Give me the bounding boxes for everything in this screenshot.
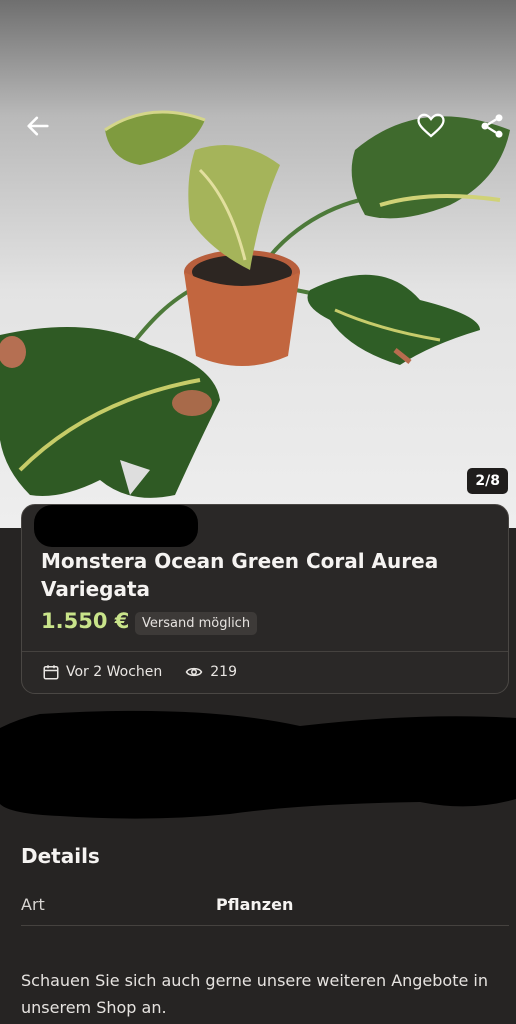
posted-date-text: Vor 2 Wochen: [66, 664, 163, 680]
detail-row-value: Pflanzen: [216, 895, 294, 914]
view-count-text: 219: [210, 664, 237, 680]
detail-row-divider: [21, 925, 509, 926]
image-counter: 2/8: [467, 468, 508, 494]
view-count: 219: [184, 663, 237, 681]
listing-summary-card: Monstera Ocean Green Coral Aurea Variega…: [21, 504, 509, 694]
listing-description: Schauen Sie sich auch gerne unsere weite…: [21, 971, 489, 1017]
posted-date: Vor 2 Wochen: [42, 663, 162, 681]
listing-title: Monstera Ocean Green Coral Aurea Variega…: [41, 549, 439, 601]
share-button[interactable]: [476, 110, 508, 142]
redacted-area: [34, 505, 198, 547]
plant-photo: [0, 110, 510, 498]
shipping-badge: Versand möglich: [135, 612, 258, 635]
image-gallery[interactable]: 2/8: [0, 0, 516, 528]
favorite-button[interactable]: [415, 110, 447, 142]
listing-price: 1.550 €: [41, 609, 130, 633]
heart-icon: [417, 113, 445, 138]
card-divider: [22, 651, 508, 652]
arrow-left-icon: [27, 116, 49, 136]
details-heading: Details: [21, 844, 100, 868]
calendar-icon: [43, 665, 59, 680]
eye-icon: [185, 667, 203, 677]
back-button[interactable]: [22, 110, 54, 142]
detail-row-label: Art: [21, 895, 45, 914]
share-icon: [481, 114, 503, 138]
listing-meta: Vor 2 Wochen 219: [42, 663, 259, 681]
redacted-seller-block: [0, 710, 516, 819]
